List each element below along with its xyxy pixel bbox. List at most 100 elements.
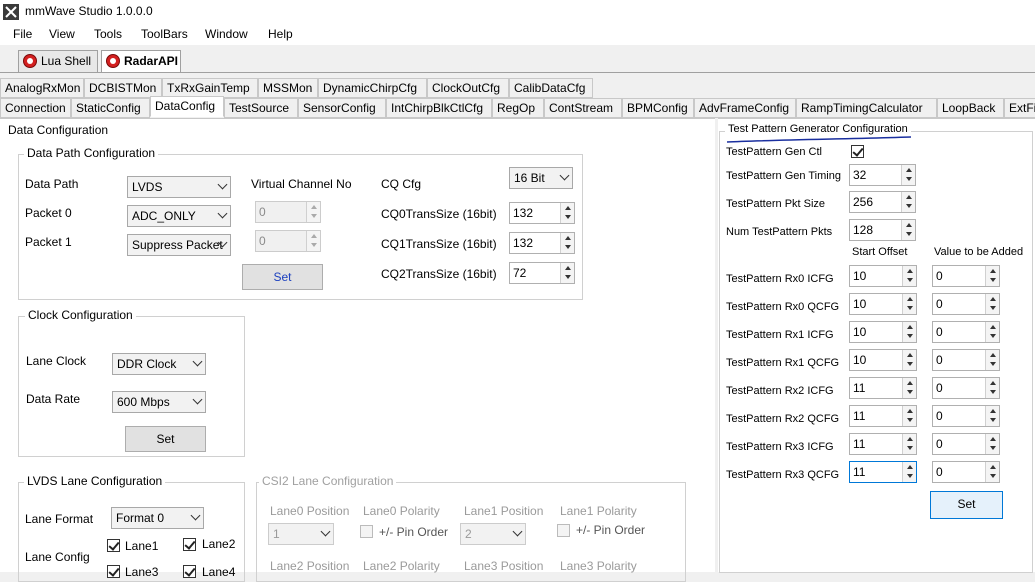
tab-dynamicchirpcfg[interactable]: DynamicChirpCfg <box>318 78 427 98</box>
rx0-icfg-offset-input[interactable]: 10 <box>849 265 917 287</box>
rx1-qcfg-offset-input[interactable]: 10 <box>849 349 917 371</box>
spin-buttons[interactable] <box>902 462 916 482</box>
menu-view[interactable]: View <box>49 27 75 41</box>
tab-radarapi[interactable]: RadarAPI <box>101 50 181 72</box>
spin-buttons[interactable] <box>901 220 915 240</box>
spin-buttons[interactable] <box>902 294 916 314</box>
tab-sensorconfig[interactable]: SensorConfig <box>298 98 386 118</box>
spin-up-icon <box>990 437 996 441</box>
lane1-position-select[interactable]: 2 <box>460 523 526 545</box>
rx1-icfg-offset-input[interactable]: 10 <box>849 321 917 343</box>
clock-set-button[interactable]: Set <box>125 426 206 452</box>
data-path-set-button[interactable]: Set <box>242 264 323 290</box>
rx3-qcfg-offset-input[interactable]: 11 <box>849 461 917 483</box>
spin-buttons[interactable] <box>560 263 574 283</box>
cq1-input[interactable]: 132 <box>509 232 575 254</box>
spin-up-icon <box>990 409 996 413</box>
tab-txrxgaintemp[interactable]: TxRxGainTemp <box>162 78 258 98</box>
tab-dataconfig[interactable]: DataConfig <box>150 96 224 117</box>
data-path-select[interactable]: LVDS <box>127 176 231 198</box>
cq0-input[interactable]: 132 <box>509 202 575 224</box>
tab-mssmon[interactable]: MSSMon <box>258 78 318 98</box>
spin-buttons[interactable] <box>306 231 320 251</box>
gen-ctl-checkbox[interactable] <box>851 145 864 158</box>
menu-window[interactable]: Window <box>205 27 248 41</box>
tab-loopback[interactable]: LoopBack <box>937 98 1004 118</box>
tab-extfi[interactable]: ExtFi <box>1004 98 1035 118</box>
tab-dcbistmon[interactable]: DCBISTMon <box>84 78 162 98</box>
rx1-icfg-add-input[interactable]: 0 <box>932 321 1000 343</box>
csi2-lane-title: CSI2 Lane Configuration <box>259 474 397 488</box>
rx2-qcfg-add-input[interactable]: 0 <box>932 405 1000 427</box>
tab-connection[interactable]: Connection <box>0 98 71 118</box>
spin-buttons[interactable] <box>560 233 574 253</box>
spin-buttons[interactable] <box>902 322 916 342</box>
rx0-icfg-add-input[interactable]: 0 <box>932 265 1000 287</box>
tab-contstream[interactable]: ContStream <box>544 98 622 118</box>
tab-testsource[interactable]: TestSource <box>224 98 298 118</box>
tab-regop[interactable]: RegOp <box>492 98 544 118</box>
menu-toolbars[interactable]: ToolBars <box>141 27 188 41</box>
rx1-qcfg-add-input[interactable]: 0 <box>932 349 1000 371</box>
virtual-channel-label: Virtual Channel No <box>251 177 352 191</box>
menu-help[interactable]: Help <box>268 27 293 41</box>
packet1-select[interactable]: Suppress Packet <box>127 234 231 256</box>
menu-tools[interactable]: Tools <box>94 27 122 41</box>
spin-buttons[interactable] <box>902 350 916 370</box>
tab-staticconfig[interactable]: StaticConfig <box>71 98 150 118</box>
spin-buttons[interactable] <box>902 266 916 286</box>
spin-buttons[interactable] <box>985 378 999 398</box>
spin-buttons[interactable] <box>985 266 999 286</box>
spin-buttons[interactable] <box>560 203 574 223</box>
test-pattern-set-button[interactable]: Set <box>930 491 1003 519</box>
gen-timing-input[interactable]: 32 <box>849 164 916 186</box>
spin-down-icon <box>565 275 571 279</box>
virtual-channel-1-input[interactable]: 0 <box>255 230 321 252</box>
lane1-checkbox[interactable] <box>107 539 120 552</box>
spin-buttons[interactable] <box>902 378 916 398</box>
rx2-icfg-add-input[interactable]: 0 <box>932 377 1000 399</box>
rx2-icfg-offset-input[interactable]: 11 <box>849 377 917 399</box>
rx2-qcfg-offset-input[interactable]: 11 <box>849 405 917 427</box>
rx0-qcfg-offset-input[interactable]: 10 <box>849 293 917 315</box>
tab-clockoutcfg[interactable]: ClockOutCfg <box>427 78 509 98</box>
pkt-size-input[interactable]: 256 <box>849 191 916 213</box>
spin-buttons[interactable] <box>985 322 999 342</box>
cq2-input[interactable]: 72 <box>509 262 575 284</box>
spin-buttons[interactable] <box>985 294 999 314</box>
spin-buttons[interactable] <box>306 202 320 222</box>
tab-intchirpblkctlcfg[interactable]: IntChirpBlkCtlCfg <box>386 98 492 118</box>
lane1-position-value: 2 <box>465 527 472 541</box>
lane1-pin-order-checkbox[interactable] <box>557 524 570 537</box>
menu-file[interactable]: File <box>13 27 32 41</box>
data-rate-select[interactable]: 600 Mbps <box>112 391 206 413</box>
tab-advframeconfig[interactable]: AdvFrameConfig <box>694 98 796 118</box>
spin-buttons[interactable] <box>985 462 999 482</box>
tab-analogrxmon[interactable]: AnalogRxMon <box>0 78 84 98</box>
tab-lua-shell[interactable]: Lua Shell <box>18 50 98 72</box>
tab-bpmconfig[interactable]: BPMConfig <box>622 98 694 118</box>
lane2-checkbox[interactable] <box>183 538 196 551</box>
lane0-pin-order-checkbox[interactable] <box>360 525 373 538</box>
rx0-qcfg-add-input[interactable]: 0 <box>932 293 1000 315</box>
tab-ramptimingcalculator[interactable]: RampTimingCalculator <box>796 98 937 118</box>
lane-clock-select[interactable]: DDR Clock <box>112 353 206 375</box>
spin-buttons[interactable] <box>902 434 916 454</box>
packet0-select[interactable]: ADC_ONLY <box>127 205 231 227</box>
virtual-channel-0-input[interactable]: 0 <box>255 201 321 223</box>
spin-buttons[interactable] <box>985 434 999 454</box>
spin-buttons[interactable] <box>901 192 915 212</box>
rx3-icfg-add-input[interactable]: 0 <box>932 433 1000 455</box>
lane0-position-select[interactable]: 1 <box>268 523 334 545</box>
lane-format-select[interactable]: Format 0 <box>111 507 204 529</box>
spin-buttons[interactable] <box>901 165 915 185</box>
rx3-icfg-offset-input[interactable]: 11 <box>849 433 917 455</box>
tab-calibdatacfg[interactable]: CalibDataCfg <box>509 78 593 98</box>
rx3-qcfg-add-input[interactable]: 0 <box>932 461 1000 483</box>
cq0-value: 132 <box>513 206 534 220</box>
spin-buttons[interactable] <box>902 406 916 426</box>
spin-buttons[interactable] <box>985 350 999 370</box>
spin-buttons[interactable] <box>985 406 999 426</box>
cq-cfg-select[interactable]: 16 Bit <box>509 167 573 189</box>
num-pkts-input[interactable]: 128 <box>849 219 916 241</box>
